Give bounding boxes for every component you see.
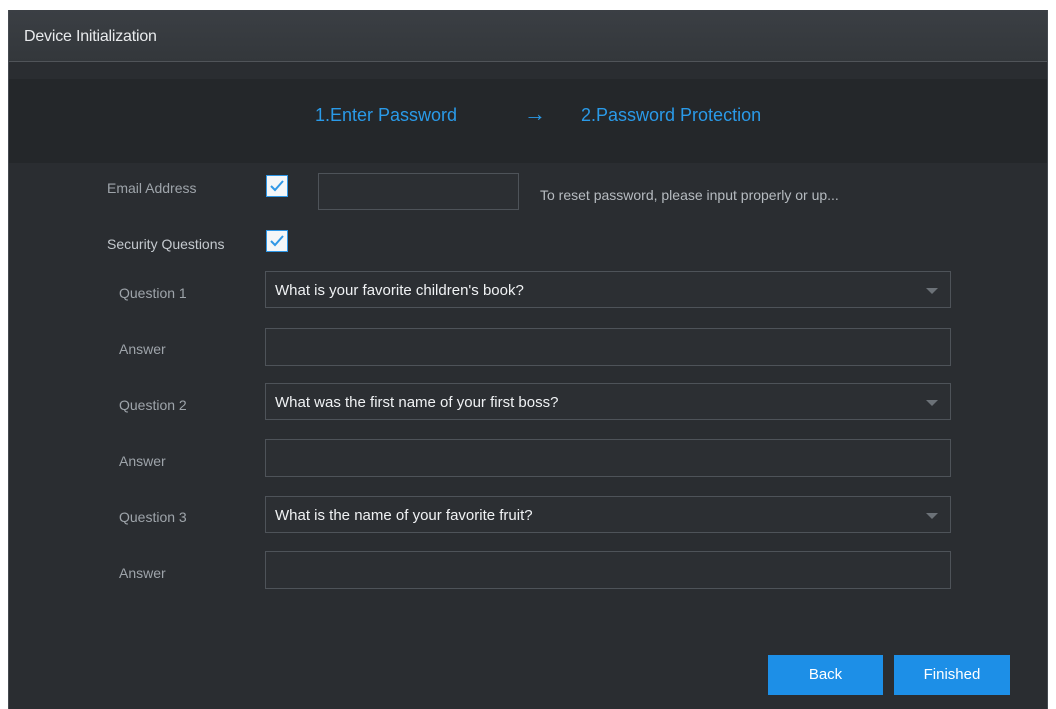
chevron-down-icon bbox=[926, 513, 938, 519]
question-1-label: Question 1 bbox=[119, 285, 187, 301]
arrow-right-icon: → bbox=[524, 101, 546, 126]
question-3-label: Question 3 bbox=[119, 509, 187, 525]
security-questions-checkbox[interactable] bbox=[266, 230, 288, 252]
window-title: Device Initialization bbox=[24, 28, 157, 45]
step-indicator: 1.Enter Password → 2.Password Protection bbox=[9, 79, 1047, 163]
question-3-value: What is the name of your favorite fruit? bbox=[275, 507, 533, 524]
checkmark-icon bbox=[270, 235, 284, 247]
email-hint: To reset password, please input properly… bbox=[540, 187, 839, 203]
answer-3-field[interactable] bbox=[265, 551, 951, 589]
question-1-select[interactable]: What is your favorite children's book? bbox=[265, 271, 951, 308]
question-2-select[interactable]: What was the first name of your first bo… bbox=[265, 383, 951, 420]
answer-2-label: Answer bbox=[119, 453, 166, 469]
device-initialization-dialog: Device Initialization 1.Enter Password →… bbox=[8, 10, 1048, 709]
title-bar: Device Initialization bbox=[9, 10, 1047, 62]
answer-2-field[interactable] bbox=[265, 439, 951, 477]
question-3-select[interactable]: What is the name of your favorite fruit? bbox=[265, 496, 951, 533]
finished-button[interactable]: Finished bbox=[894, 655, 1010, 695]
chevron-down-icon bbox=[926, 400, 938, 406]
answer-1-label: Answer bbox=[119, 341, 166, 357]
checkmark-icon bbox=[270, 180, 284, 192]
email-address-label: Email Address bbox=[107, 180, 197, 196]
step-enter-password: 1.Enter Password bbox=[315, 105, 458, 125]
answer-3-label: Answer bbox=[119, 565, 166, 581]
question-1-value: What is your favorite children's book? bbox=[275, 282, 524, 299]
question-2-value: What was the first name of your first bo… bbox=[275, 394, 559, 411]
top-strip bbox=[0, 0, 1056, 10]
email-field[interactable] bbox=[318, 173, 519, 210]
answer-1-field[interactable] bbox=[265, 328, 951, 366]
question-2-label: Question 2 bbox=[119, 397, 187, 413]
back-button[interactable]: Back bbox=[768, 655, 883, 695]
email-checkbox[interactable] bbox=[266, 175, 288, 197]
chevron-down-icon bbox=[926, 288, 938, 294]
security-questions-label: Security Questions bbox=[107, 236, 225, 252]
step-password-protection: 2.Password Protection bbox=[581, 105, 762, 125]
